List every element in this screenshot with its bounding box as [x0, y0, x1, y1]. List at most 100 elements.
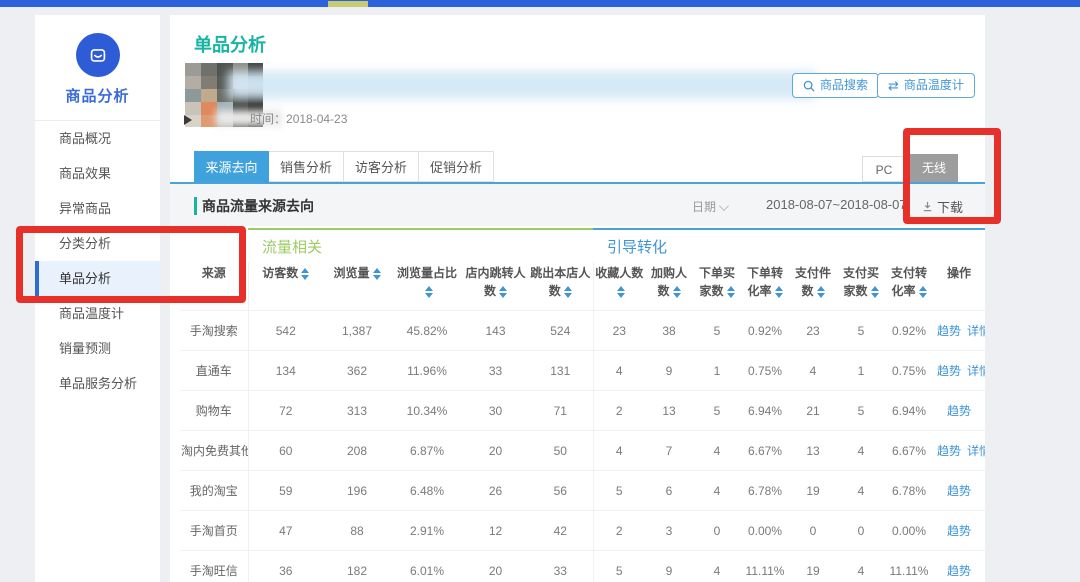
source-cell: 我的淘宝 — [180, 471, 248, 511]
group-header-conversion: 引导转化 — [593, 229, 985, 262]
column-header-10[interactable]: 支付件数 — [789, 262, 837, 311]
trend-link[interactable]: 趋势 — [937, 364, 961, 378]
sidebar-item-1[interactable]: 商品效果 — [35, 156, 160, 191]
value-cell: 19 — [789, 551, 837, 582]
value-cell: 5 — [593, 551, 645, 582]
value-cell: 56 — [528, 471, 593, 511]
detail-link[interactable]: 详情 — [967, 364, 985, 378]
value-cell: 4 — [837, 431, 885, 471]
product-search-button[interactable]: 商品搜索 — [792, 73, 879, 98]
sort-icon[interactable] — [871, 286, 879, 298]
column-header-8[interactable]: 下单买家数 — [693, 262, 741, 311]
value-cell: 6 — [645, 471, 693, 511]
tab-2[interactable]: 访客分析 — [344, 151, 419, 182]
value-cell: 2 — [593, 391, 645, 431]
value-cell: 4 — [789, 351, 837, 391]
source-cell: 手淘搜索 — [180, 311, 248, 351]
download-button[interactable]: 下载 — [922, 197, 963, 216]
column-header-6[interactable]: 收藏人数 — [593, 262, 645, 311]
value-cell: 6.01% — [391, 551, 463, 582]
value-cell: 5 — [693, 391, 741, 431]
sort-icon[interactable] — [727, 286, 735, 298]
column-header-4[interactable]: 店内跳转人数 — [463, 262, 528, 311]
value-cell: 10.34% — [391, 391, 463, 431]
column-header-9[interactable]: 下单转化率 — [741, 262, 789, 311]
sidebar-item-7[interactable]: 单品服务分析 — [35, 366, 160, 401]
table-row: 购物车7231310.34%307121356.94%2156.94%趋势 — [180, 391, 985, 431]
product-thermometer-button[interactable]: ⇄ 商品温度计 — [877, 73, 975, 98]
actions-cell: 趋势详情 — [933, 311, 985, 351]
value-cell: 12 — [463, 511, 528, 551]
detail-link[interactable]: 详情 — [967, 324, 985, 338]
search-icon — [803, 80, 815, 92]
trend-link[interactable]: 趋势 — [937, 444, 961, 458]
value-cell: 0.00% — [741, 511, 789, 551]
group-header-empty — [180, 229, 248, 262]
tab-0[interactable]: 来源去向 — [194, 151, 269, 182]
product-title-blurred — [228, 71, 816, 99]
sidebar-item-4[interactable]: 单品分析 — [35, 261, 160, 296]
actions-cell: 趋势详情 — [933, 351, 985, 391]
value-cell: 2.91% — [391, 511, 463, 551]
source-cell: 手淘旺信 — [180, 551, 248, 582]
sidebar: 商品分析 商品概况商品效果异常商品分类分析单品分析商品温度计销量预测单品服务分析 — [35, 15, 160, 582]
value-cell: 13 — [789, 431, 837, 471]
group-header-traffic: 流量相关 — [248, 229, 593, 262]
trend-link[interactable]: 趋势 — [947, 524, 971, 538]
sort-icon[interactable] — [425, 286, 433, 298]
source-cell: 购物车 — [180, 391, 248, 431]
sort-icon[interactable] — [564, 286, 572, 298]
device-toggle-pc[interactable]: PC — [862, 156, 906, 182]
source-cell: 手淘首页 — [180, 511, 248, 551]
column-header-13: 操作 — [933, 262, 985, 311]
value-cell: 45.82% — [391, 311, 463, 351]
device-toggle-wireless[interactable]: 无线 — [910, 154, 958, 182]
trend-link[interactable]: 趋势 — [937, 324, 961, 338]
column-header-1[interactable]: 访客数 — [248, 262, 323, 311]
sidebar-item-0[interactable]: 商品概况 — [35, 121, 160, 156]
trend-link[interactable]: 趋势 — [947, 404, 971, 418]
table-group-header-row: 流量相关引导转化 — [180, 229, 985, 262]
sort-icon[interactable] — [673, 286, 681, 298]
trend-link[interactable]: 趋势 — [947, 564, 971, 578]
tab-1[interactable]: 销售分析 — [269, 151, 344, 182]
source-cell: 淘内免费其他 — [180, 431, 248, 471]
value-cell: 0.75% — [741, 351, 789, 391]
traffic-source-table: 流量相关引导转化来源访客数浏览量浏览量占比店内跳转人数跳出本店人数收藏人数加购人… — [180, 228, 985, 582]
sort-icon[interactable] — [919, 286, 927, 298]
date-range-picker[interactable]: 2018-08-07~2018-08-07 — [766, 197, 907, 212]
value-cell: 182 — [323, 551, 391, 582]
scrollbar-thumb[interactable] — [328, 1, 368, 7]
browser-top-bar — [0, 0, 1080, 7]
sort-icon[interactable] — [775, 286, 783, 298]
sidebar-item-3[interactable]: 分类分析 — [35, 226, 160, 261]
column-header-3[interactable]: 浏览量占比 — [391, 262, 463, 311]
sort-icon[interactable] — [817, 286, 825, 298]
sidebar-item-2[interactable]: 异常商品 — [35, 191, 160, 226]
value-cell: 21 — [789, 391, 837, 431]
value-cell: 0 — [789, 511, 837, 551]
sort-icon[interactable] — [617, 286, 625, 298]
value-cell: 38 — [645, 311, 693, 351]
value-cell: 0.92% — [885, 311, 933, 351]
analysis-tabs: 来源去向销售分析访客分析促销分析 — [194, 151, 494, 182]
tab-3[interactable]: 促销分析 — [419, 151, 494, 182]
detail-link[interactable]: 详情 — [967, 444, 985, 458]
sidebar-item-6[interactable]: 销量预测 — [35, 331, 160, 366]
table-row: 我的淘宝591966.48%26565646.78%1946.78%趋势 — [180, 471, 985, 511]
trend-link[interactable]: 趋势 — [947, 484, 971, 498]
column-header-11[interactable]: 支付买家数 — [837, 262, 885, 311]
date-filter-dropdown[interactable]: 日期 — [692, 198, 726, 215]
column-header-7[interactable]: 加购人数 — [645, 262, 693, 311]
value-cell: 72 — [248, 391, 323, 431]
column-header-5[interactable]: 跳出本店人数 — [528, 262, 593, 311]
column-header-12[interactable]: 支付转化率 — [885, 262, 933, 311]
sort-icon[interactable] — [499, 286, 507, 298]
sidebar-item-5[interactable]: 商品温度计 — [35, 296, 160, 331]
column-header-2[interactable]: 浏览量 — [323, 262, 391, 311]
value-cell: 208 — [323, 431, 391, 471]
value-cell: 313 — [323, 391, 391, 431]
sort-icon[interactable] — [373, 268, 381, 280]
sort-icon[interactable] — [301, 268, 309, 280]
value-cell: 134 — [248, 351, 323, 391]
